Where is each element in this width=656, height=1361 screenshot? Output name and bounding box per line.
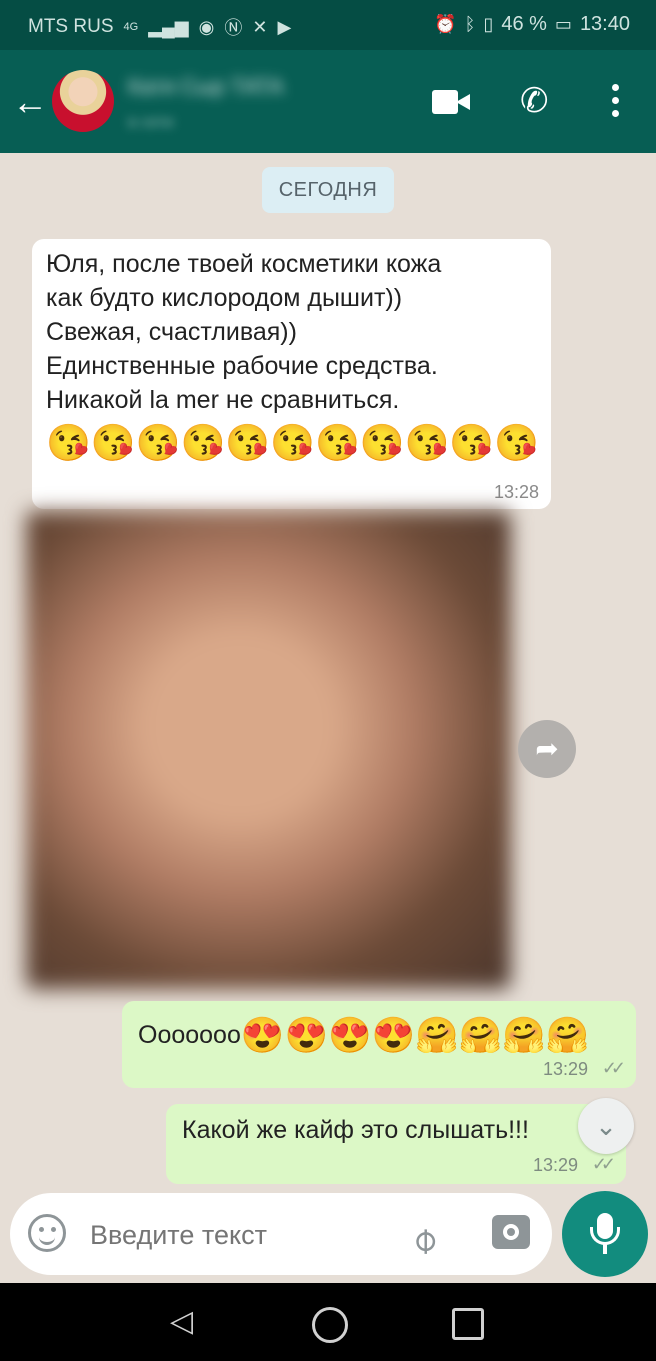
bluetooth-icon: ᛒ	[464, 14, 476, 34]
chat-header: ← Катя Сыр ТАТА в сети ✆	[0, 50, 656, 153]
nfc-icon: Ⓝ	[224, 18, 243, 38]
contact-status: в сети	[128, 114, 174, 131]
video-call-icon[interactable]	[432, 88, 472, 116]
system-nav-bar: ◁	[0, 1283, 656, 1361]
attach-icon[interactable]: ⌀	[401, 1205, 459, 1261]
play-icon: ▶	[277, 16, 292, 37]
avatar[interactable]	[52, 70, 114, 132]
more-options-icon[interactable]	[604, 84, 626, 120]
contact-name[interactable]: Катя Сыр ТАТА	[128, 74, 368, 100]
message-time: 13:28	[493, 482, 539, 502]
outgoing-message-bubble[interactable]: Ооооооо 😍😍😍😍🤗🤗🤗🤗 13:29 ✓✓	[122, 1001, 636, 1088]
mic-button[interactable]	[562, 1191, 648, 1277]
nav-home-icon[interactable]	[312, 1307, 348, 1343]
status-right: ⏰ ᛒ ▯ 46 % ▭ 13:40	[434, 13, 630, 36]
phone-icon[interactable]: ✆	[520, 82, 558, 120]
eye-icon: ◉	[198, 16, 215, 37]
message-text: Ооооооо	[138, 1021, 241, 1049]
camera-icon[interactable]	[492, 1215, 530, 1249]
clock: 13:40	[579, 13, 630, 35]
blurred-photo-message[interactable]	[26, 511, 511, 989]
message-composer: ⌀	[10, 1193, 552, 1275]
nav-back-icon[interactable]: ◁	[170, 1305, 204, 1339]
forward-icon[interactable]: ➦	[518, 720, 576, 778]
message-time: 13:29	[532, 1155, 578, 1175]
nav-recents-icon[interactable]	[452, 1308, 484, 1340]
status-left: MTS RUS 4G ▂▄▆ ◉ Ⓝ ✕ ▶	[28, 14, 291, 40]
scroll-down-icon[interactable]: ⌄	[578, 1098, 634, 1154]
signal-icon: ▂▄▆	[148, 16, 189, 37]
vibrate-icon: ▯	[483, 14, 494, 34]
message-input[interactable]	[88, 1215, 392, 1255]
message-content: Ооооооо 😍😍😍😍🤗🤗🤗🤗	[138, 1015, 590, 1056]
back-arrow-icon[interactable]: ←	[12, 82, 52, 122]
carrier-label: MTS RUS	[28, 16, 114, 37]
notification-icon: ✕	[252, 16, 268, 37]
alarm-icon: ⏰	[434, 14, 457, 34]
message-time: 13:29	[542, 1059, 588, 1079]
date-chip: СЕГОДНЯ	[262, 167, 394, 213]
message-emojis: 😘😘😘😘😘😘😘😘😘😘😘	[46, 422, 540, 463]
message-text: Какой же кайф это слышать!!!	[182, 1116, 529, 1144]
network-type-label: 4G	[123, 21, 139, 33]
outgoing-message-bubble[interactable]: Какой же кайф это слышать!!! 13:29 ✓✓	[166, 1104, 626, 1184]
emoji-icon[interactable]	[28, 1214, 66, 1252]
double-check-icon: ✓✓	[591, 1154, 616, 1174]
battery-icon: ▭	[554, 14, 572, 34]
double-check-icon: ✓✓	[601, 1058, 626, 1078]
incoming-message-bubble[interactable]: Юля, после твоей косметики кожа как будт…	[32, 239, 551, 509]
battery-percent: 46 %	[501, 13, 547, 35]
message-emojis: 😍😍😍😍🤗🤗🤗🤗	[240, 1016, 590, 1055]
chat-area[interactable]: СЕГОДНЯ Юля, после твоей косметики кожа …	[0, 153, 656, 1283]
message-text: Юля, после твоей косметики кожа как будт…	[46, 250, 442, 414]
status-bar: MTS RUS 4G ▂▄▆ ◉ Ⓝ ✕ ▶ ⏰ ᛒ ▯ 46 % ▭ 13:4…	[0, 0, 656, 50]
